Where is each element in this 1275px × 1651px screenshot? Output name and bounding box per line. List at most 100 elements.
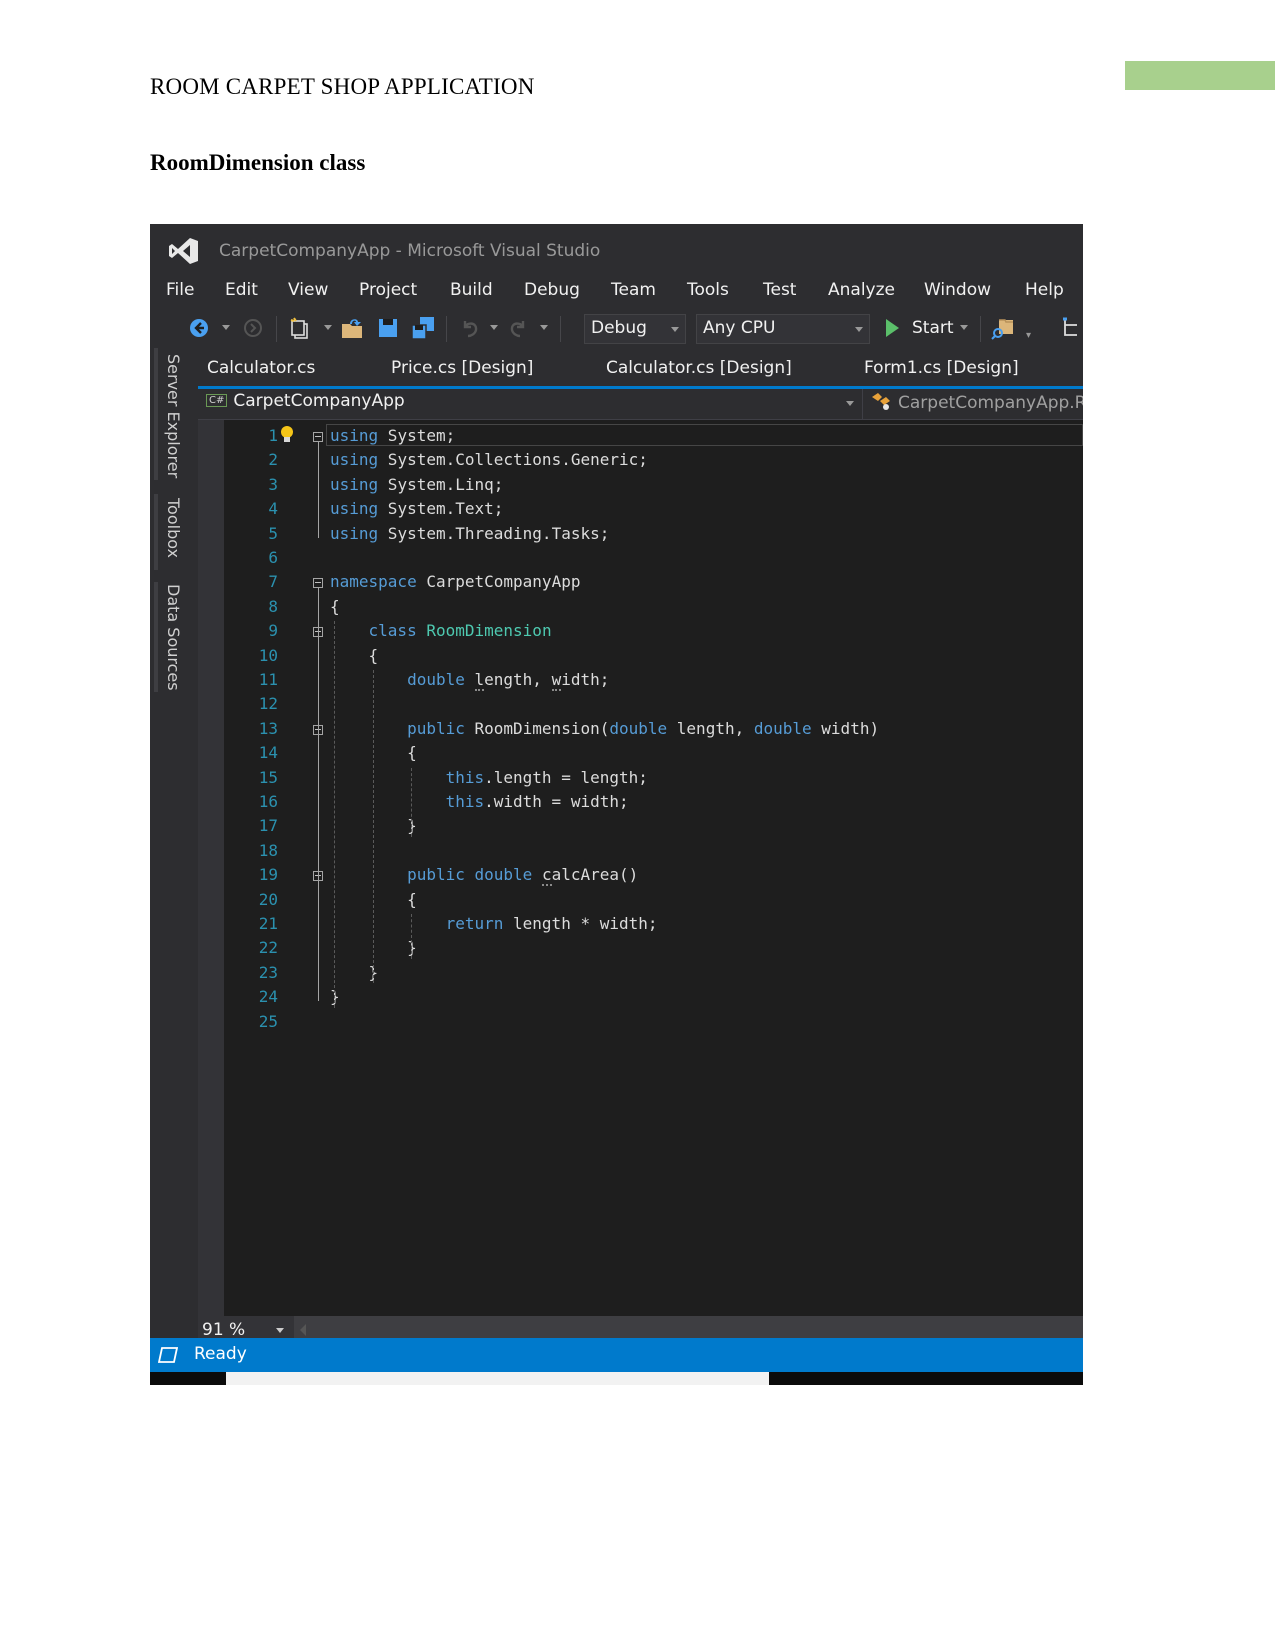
menu-edit[interactable]: Edit (225, 280, 258, 300)
tab-calculator-design[interactable]: Calculator.cs [Design] (606, 358, 792, 378)
collapse-region-icon[interactable] (313, 578, 323, 589)
start-icon (886, 319, 899, 337)
code-text: { (330, 596, 340, 616)
save-icon (379, 319, 397, 337)
zoom-level-value: 91 % (202, 1320, 246, 1340)
code-text: public double calcArea() (407, 865, 639, 887)
scroll-left-icon[interactable] (300, 1324, 306, 1336)
chevron-down-icon (846, 401, 854, 406)
menu-tools[interactable]: Tools (687, 280, 729, 300)
type-dropdown[interactable]: CarpetCompanyApp.R (870, 391, 1083, 417)
save-all-icon (411, 317, 434, 340)
line-number: 2 (268, 450, 278, 470)
indent-guide (372, 670, 374, 984)
section-title: RoomDimension class (150, 150, 366, 175)
open-file-icon (342, 319, 362, 338)
type-scope-name: CarpetCompanyApp.R (898, 393, 1083, 413)
code-text: } (330, 962, 379, 982)
outline-line (318, 734, 319, 831)
line-number: 6 (268, 548, 278, 567)
taskbar-strip (150, 1372, 1083, 1385)
indent-guide (411, 767, 413, 837)
navigation-bar: C# CarpetCompanyApp CarpetCompanyApp.R (198, 389, 1083, 420)
line-number: 10 (258, 645, 278, 665)
side-tab-indicator (154, 494, 158, 570)
document-header-title: ROOM CARPET SHOP APPLICATION (150, 74, 535, 99)
code-text: namespace CarpetCompanyApp (330, 572, 581, 592)
header-accent-bar (1125, 61, 1275, 90)
menu-bar: File Edit View Project Build Debug Team … (150, 274, 1083, 306)
line-number: 8 (268, 596, 278, 616)
window-title: CarpetCompanyApp - Microsoft Visual Stud… (219, 241, 601, 261)
new-project-icon (290, 317, 308, 339)
open-file-button[interactable] (340, 316, 366, 340)
status-bar: Ready (150, 1338, 1083, 1372)
visual-studio-logo-icon (169, 238, 198, 264)
menu-analyze[interactable]: Analyze (828, 280, 895, 300)
undo-button[interactable] (458, 316, 482, 340)
tab-calculator-cs[interactable]: Calculator.cs (207, 358, 315, 378)
line-number: 18 (258, 840, 278, 860)
lightbulb-icon[interactable] (280, 425, 294, 445)
chevron-down-icon (276, 1328, 284, 1333)
side-tab-server-explorer[interactable]: Server Explorer (164, 354, 183, 478)
new-project-button[interactable] (288, 316, 312, 340)
line-number: 20 (258, 889, 278, 909)
line-number: 13 (258, 718, 278, 738)
line-number: 12 (258, 694, 278, 714)
code-text: using System.Threading.Tasks; (330, 523, 610, 543)
side-tab-toolbox[interactable]: Toolbox (164, 498, 183, 558)
collapse-region-icon[interactable] (313, 432, 323, 442)
indent-guide (334, 621, 335, 1008)
undo-dropdown-icon[interactable] (490, 325, 498, 330)
code-text: using System.Linq; (330, 474, 504, 494)
side-tab-indicator (154, 582, 158, 692)
start-dropdown-icon[interactable] (960, 325, 968, 330)
line-number: 23 (258, 962, 278, 982)
menu-window[interactable]: Window (924, 280, 991, 300)
menu-file[interactable]: File (166, 280, 194, 300)
side-tab-data-sources[interactable]: Data Sources (164, 584, 183, 691)
line-number: 25 (258, 1011, 278, 1031)
taskbar-window-preview (226, 1372, 769, 1385)
menu-project[interactable]: Project (359, 280, 417, 300)
menu-debug[interactable]: Debug (524, 280, 580, 300)
save-button[interactable] (376, 316, 400, 340)
code-text: this.width = width; (445, 792, 629, 811)
toolbar-separator (446, 316, 447, 342)
save-all-button[interactable] (410, 316, 436, 340)
redo-dropdown-icon[interactable] (540, 325, 548, 330)
solution-explorer-button[interactable] (1060, 316, 1083, 340)
line-number: 17 (258, 816, 278, 836)
back-button[interactable] (188, 316, 210, 340)
project-dropdown[interactable]: C# CarpetCompanyApp (206, 391, 856, 417)
toolbar: Debug Any CPU Start ▾ (150, 308, 1083, 348)
back-dropdown-icon[interactable] (222, 325, 230, 330)
menu-test[interactable]: Test (763, 280, 796, 300)
tab-price-design[interactable]: Price.cs [Design] (391, 358, 533, 378)
menu-view[interactable]: View (288, 280, 328, 300)
toolbar-overflow-icon[interactable]: ▾ (1026, 330, 1034, 341)
line-number: 14 (258, 743, 278, 763)
line-number: 21 (258, 914, 278, 933)
tab-form1-design[interactable]: Form1.cs [Design] (864, 358, 1019, 378)
solution-configuration-dropdown[interactable]: Debug (584, 314, 686, 344)
line-number: 5 (268, 523, 278, 543)
menu-help[interactable]: Help (1025, 280, 1064, 300)
new-dropdown-icon[interactable] (324, 325, 332, 330)
redo-button[interactable] (506, 316, 530, 340)
solution-platform-dropdown[interactable]: Any CPU (696, 314, 870, 344)
side-tab-indicator (154, 348, 158, 480)
forward-button[interactable] (242, 316, 264, 340)
find-in-files-button[interactable] (990, 316, 1018, 340)
code-editor[interactable]: 1 using System; 2 using System.Collections.… (198, 420, 1083, 1316)
menu-build[interactable]: Build (450, 280, 493, 300)
class-member-icon (872, 393, 890, 410)
undo-icon (463, 321, 478, 338)
line-number: 24 (258, 987, 278, 1007)
title-bar: CarpetCompanyApp - Microsoft Visual Stud… (150, 224, 1083, 274)
menu-team[interactable]: Team (611, 280, 656, 300)
line-number: 19 (258, 865, 278, 885)
csharp-project-icon: C# (206, 394, 228, 407)
outline-line (318, 442, 319, 538)
